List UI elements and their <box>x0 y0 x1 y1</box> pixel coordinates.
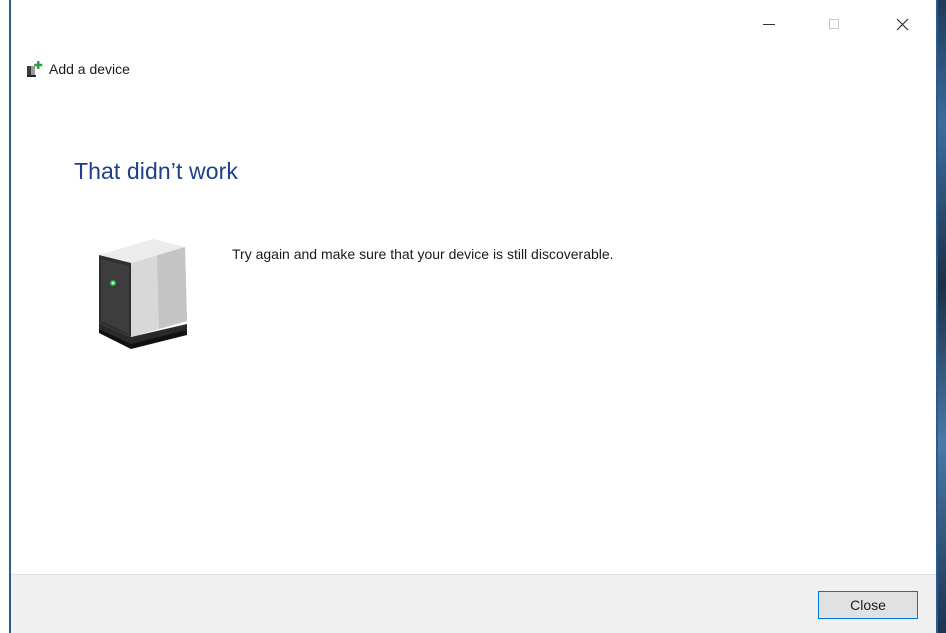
window-title-bar: Add a device <box>25 60 130 78</box>
minimize-icon <box>763 23 775 25</box>
dialog-footer: Close <box>11 574 936 633</box>
close-window-button[interactable] <box>879 8 925 40</box>
screen: Add a device That didn’t work Try again … <box>0 0 946 633</box>
close-button[interactable]: Close <box>818 591 918 619</box>
add-device-window: Add a device That didn’t work Try again … <box>11 0 936 633</box>
window-border-right <box>936 0 938 633</box>
close-button-label: Close <box>850 597 886 613</box>
desktop-edge-right <box>936 0 946 633</box>
page-heading: That didn’t work <box>74 158 238 184</box>
window-title: Add a device <box>49 61 130 77</box>
device-tower-icon <box>99 239 187 349</box>
maximize-button[interactable] <box>811 8 857 40</box>
desktop-edge-left <box>0 0 11 633</box>
close-icon <box>896 18 909 31</box>
maximize-icon <box>829 19 839 29</box>
add-device-icon <box>27 61 43 77</box>
status-message: Try again and make sure that your device… <box>232 246 614 262</box>
minimize-button[interactable] <box>746 8 792 40</box>
